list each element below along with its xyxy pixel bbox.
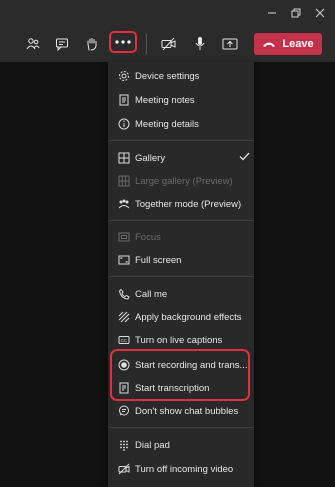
info-icon <box>117 117 131 131</box>
more-actions-menu: Device settings Meeting notes Meeting de… <box>108 62 254 487</box>
menu-item-meeting-details[interactable]: Meeting details <box>108 113 254 135</box>
raise-hand-icon[interactable] <box>80 32 104 56</box>
menu-item-label: Together mode (Preview) <box>135 198 242 210</box>
chat-icon[interactable] <box>50 32 74 56</box>
leave-button-label: Leave <box>282 38 314 50</box>
menu-item-label: Dial pad <box>135 439 170 451</box>
menu-item-label: Large gallery (Preview) <box>135 175 233 187</box>
gear-icon <box>117 69 131 83</box>
captions-icon: CC <box>117 333 131 347</box>
menu-item-label: Call me <box>135 288 168 300</box>
participants-icon[interactable] <box>21 32 45 56</box>
dialpad-icon <box>117 438 131 452</box>
close-icon[interactable] <box>310 4 330 22</box>
gallery-icon <box>117 151 131 165</box>
menu-item-label: Don't show chat bubbles <box>135 405 239 417</box>
menu-item-chat-bubbles[interactable]: Don't show chat bubbles <box>108 400 254 422</box>
recording-options-highlight <box>110 349 250 401</box>
share-screen-icon[interactable] <box>218 32 242 56</box>
menu-item-together-mode[interactable]: Together mode (Preview) <box>108 193 254 215</box>
menu-item-live-captions[interactable]: CC Turn on live captions <box>108 329 254 351</box>
menu-item-label: Gallery <box>135 152 166 164</box>
focus-icon <box>117 230 131 244</box>
video-off-icon <box>117 462 131 476</box>
menu-item-meeting-notes[interactable]: Meeting notes <box>108 89 254 111</box>
menu-item-call-me[interactable]: Call me <box>108 283 254 305</box>
minimize-icon[interactable] <box>262 4 282 22</box>
menu-item-label: Meeting notes <box>135 94 195 106</box>
menu-item-large-gallery: Large gallery (Preview) <box>108 170 254 192</box>
more-actions-button[interactable] <box>109 31 137 53</box>
camera-off-icon[interactable] <box>157 32 181 56</box>
together-mode-icon <box>117 197 131 211</box>
checkmark-icon <box>239 152 250 164</box>
large-gallery-icon <box>117 174 131 188</box>
notes-icon <box>117 93 131 107</box>
menu-item-label: Device settings <box>135 70 200 82</box>
menu-item-device-settings[interactable]: Device settings <box>108 65 254 87</box>
fullscreen-icon <box>117 253 131 267</box>
title-bar <box>0 0 335 26</box>
menu-item-label: Turn off incoming video <box>135 463 234 475</box>
svg-text:CC: CC <box>121 338 128 343</box>
menu-item-label: Meeting details <box>135 118 199 130</box>
menu-item-gallery[interactable]: Gallery <box>108 147 254 169</box>
menu-item-focus: Focus <box>108 226 254 248</box>
menu-item-full-screen[interactable]: Full screen <box>108 249 254 271</box>
more-dots-icon <box>115 40 131 44</box>
microphone-icon[interactable] <box>188 32 212 56</box>
menu-item-turn-off-incoming-video[interactable]: Turn off incoming video <box>108 458 254 480</box>
menu-item-label: Focus <box>135 231 161 243</box>
chat-bubble-icon <box>117 404 131 418</box>
restore-icon[interactable] <box>286 4 306 22</box>
hang-up-icon <box>263 42 276 47</box>
leave-button[interactable]: Leave <box>254 33 322 55</box>
menu-item-label: Apply background effects <box>135 311 242 323</box>
menu-item-dial-pad[interactable]: Dial pad <box>108 434 254 456</box>
menu-item-label: Turn on live captions <box>135 334 223 346</box>
menu-item-label: Full screen <box>135 254 182 266</box>
phone-icon <box>117 287 131 301</box>
background-effects-icon <box>117 310 131 324</box>
menu-item-background-effects[interactable]: Apply background effects <box>108 306 254 328</box>
